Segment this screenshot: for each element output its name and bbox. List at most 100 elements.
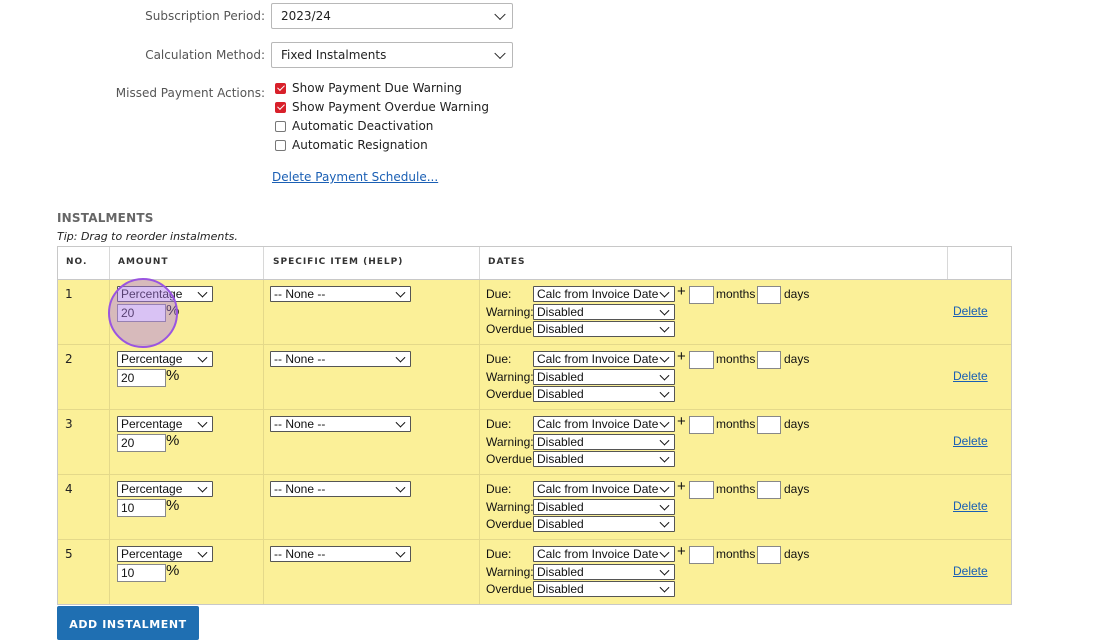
instalment-number: 4 — [65, 482, 73, 496]
checkbox-show-payment-due-warning[interactable]: Show Payment Due Warning — [275, 81, 462, 95]
delete-instalment-link[interactable]: Delete — [953, 499, 988, 513]
overdue-select[interactable]: Disabled — [533, 516, 675, 532]
overdue-label: Overdue: — [486, 322, 536, 336]
delete-instalment-link[interactable]: Delete — [953, 434, 988, 448]
subscription-period-label: Subscription Period: — [145, 9, 265, 23]
calculation-method-select[interactable]: Fixed Instalments — [271, 42, 513, 68]
amount-type-select[interactable]: Percentage — [117, 416, 213, 432]
table-row[interactable]: 5 Percentage 10 % -- None -- Due: Calc f… — [58, 539, 1011, 604]
days-input[interactable] — [757, 481, 781, 499]
amount-input[interactable]: 10 — [117, 564, 166, 582]
amount-input[interactable]: 20 — [117, 304, 166, 322]
amount-type-value: Percentage — [121, 547, 183, 561]
warning-select[interactable]: Disabled — [533, 564, 675, 580]
overdue-select[interactable]: Disabled — [533, 321, 675, 337]
overdue-select[interactable]: Disabled — [533, 451, 675, 467]
days-input[interactable] — [757, 546, 781, 564]
months-input[interactable] — [689, 416, 714, 434]
checkbox-automatic-deactivation[interactable]: Automatic Deactivation — [275, 119, 433, 133]
delete-payment-schedule-link[interactable]: Delete Payment Schedule... — [272, 170, 438, 184]
due-select[interactable]: Calc from Invoice Date — [533, 416, 675, 432]
column-divider — [109, 345, 110, 409]
add-instalment-button[interactable]: ADD INSTALMENT — [57, 606, 199, 640]
warning-select[interactable]: Disabled — [533, 499, 675, 515]
amount-input[interactable]: 20 — [117, 369, 166, 387]
specific-item-select[interactable]: -- None -- — [270, 416, 411, 432]
column-divider — [263, 247, 264, 279]
overdue-select[interactable]: Disabled — [533, 386, 675, 402]
chevron-down-icon — [395, 352, 406, 363]
checkbox-checked-icon[interactable] — [275, 101, 286, 113]
months-input[interactable] — [689, 351, 714, 369]
instalment-number: 5 — [65, 547, 73, 561]
months-input[interactable] — [689, 546, 714, 564]
warning-select[interactable]: Disabled — [533, 304, 675, 320]
column-divider — [263, 540, 264, 604]
plus-sign: + — [677, 478, 686, 495]
chevron-down-icon — [659, 417, 670, 428]
checkbox-show-payment-overdue-warning[interactable]: Show Payment Overdue Warning — [275, 100, 489, 114]
due-select[interactable]: Calc from Invoice Date — [533, 481, 675, 497]
chevron-down-icon — [659, 452, 670, 463]
subscription-period-select[interactable]: 2023/24 — [271, 3, 513, 29]
table-row[interactable]: 4 Percentage 10 % -- None -- Due: Calc f… — [58, 474, 1011, 539]
column-divider — [947, 247, 948, 279]
checkbox-unchecked-icon[interactable] — [275, 120, 286, 132]
amount-type-select[interactable]: Percentage — [117, 481, 213, 497]
checkbox-label: Automatic Deactivation — [292, 119, 434, 133]
table-row[interactable]: 3 Percentage 20 % -- None -- Due: Calc f… — [58, 409, 1011, 474]
table-body: 1 Percentage 20 % -- None -- Due: Calc f… — [58, 280, 1011, 604]
amount-type-select[interactable]: Percentage — [117, 286, 213, 302]
specific-item-select[interactable]: -- None -- — [270, 546, 411, 562]
overdue-select[interactable]: Disabled — [533, 581, 675, 597]
amount-input[interactable]: 10 — [117, 499, 166, 517]
table-row[interactable]: 1 Percentage 20 % -- None -- Due: Calc f… — [58, 280, 1011, 344]
days-label: days — [784, 547, 810, 561]
overdue-label: Overdue: — [486, 582, 536, 596]
plus-sign: + — [677, 283, 686, 300]
warning-value: Disabled — [537, 370, 584, 384]
delete-instalment-link[interactable]: Delete — [953, 564, 988, 578]
specific-item-select[interactable]: -- None -- — [270, 351, 411, 367]
months-input[interactable] — [689, 286, 714, 304]
due-label: Due: — [486, 547, 512, 561]
amount-type-select[interactable]: Percentage — [117, 351, 213, 367]
months-input[interactable] — [689, 481, 714, 499]
specific-item-select[interactable]: -- None -- — [270, 481, 411, 497]
delete-instalment-link[interactable]: Delete — [953, 304, 988, 318]
amount-type-select[interactable]: Percentage — [117, 546, 213, 562]
amount-value: 10 — [121, 566, 135, 580]
warning-select[interactable]: Disabled — [533, 369, 675, 385]
checkbox-label: Show Payment Due Warning — [292, 81, 462, 95]
due-select[interactable]: Calc from Invoice Date — [533, 546, 675, 562]
column-divider — [109, 475, 110, 539]
calculation-method-label: Calculation Method: — [145, 48, 265, 62]
plus-sign: + — [677, 348, 686, 365]
chevron-down-icon — [659, 500, 670, 511]
due-select[interactable]: Calc from Invoice Date — [533, 286, 675, 302]
column-divider — [479, 345, 480, 409]
warning-value: Disabled — [537, 305, 584, 319]
delete-instalment-link[interactable]: Delete — [953, 369, 988, 383]
warning-select[interactable]: Disabled — [533, 434, 675, 450]
checkbox-checked-icon[interactable] — [275, 82, 286, 94]
column-divider — [479, 475, 480, 539]
due-select[interactable]: Calc from Invoice Date — [533, 351, 675, 367]
days-input[interactable] — [757, 351, 781, 369]
checkbox-label: Show Payment Overdue Warning — [292, 100, 489, 114]
months-label: months — [716, 482, 756, 496]
chevron-down-icon — [659, 387, 670, 398]
days-input[interactable] — [757, 286, 781, 304]
column-divider — [109, 247, 110, 279]
specific-item-select[interactable]: -- None -- — [270, 286, 411, 302]
checkbox-unchecked-icon[interactable] — [275, 139, 286, 151]
instalments-table: NO. AMOUNT SPECIFIC ITEM (HELP) DATES 1 … — [57, 246, 1012, 605]
months-label: months — [716, 547, 756, 561]
days-input[interactable] — [757, 416, 781, 434]
percent-sign: % — [166, 367, 180, 384]
amount-input[interactable]: 20 — [117, 434, 166, 452]
table-row[interactable]: 2 Percentage 20 % -- None -- Due: Calc f… — [58, 344, 1011, 409]
due-value: Calc from Invoice Date — [537, 287, 659, 301]
checkbox-automatic-resignation[interactable]: Automatic Resignation — [275, 138, 428, 152]
column-divider — [263, 345, 264, 409]
